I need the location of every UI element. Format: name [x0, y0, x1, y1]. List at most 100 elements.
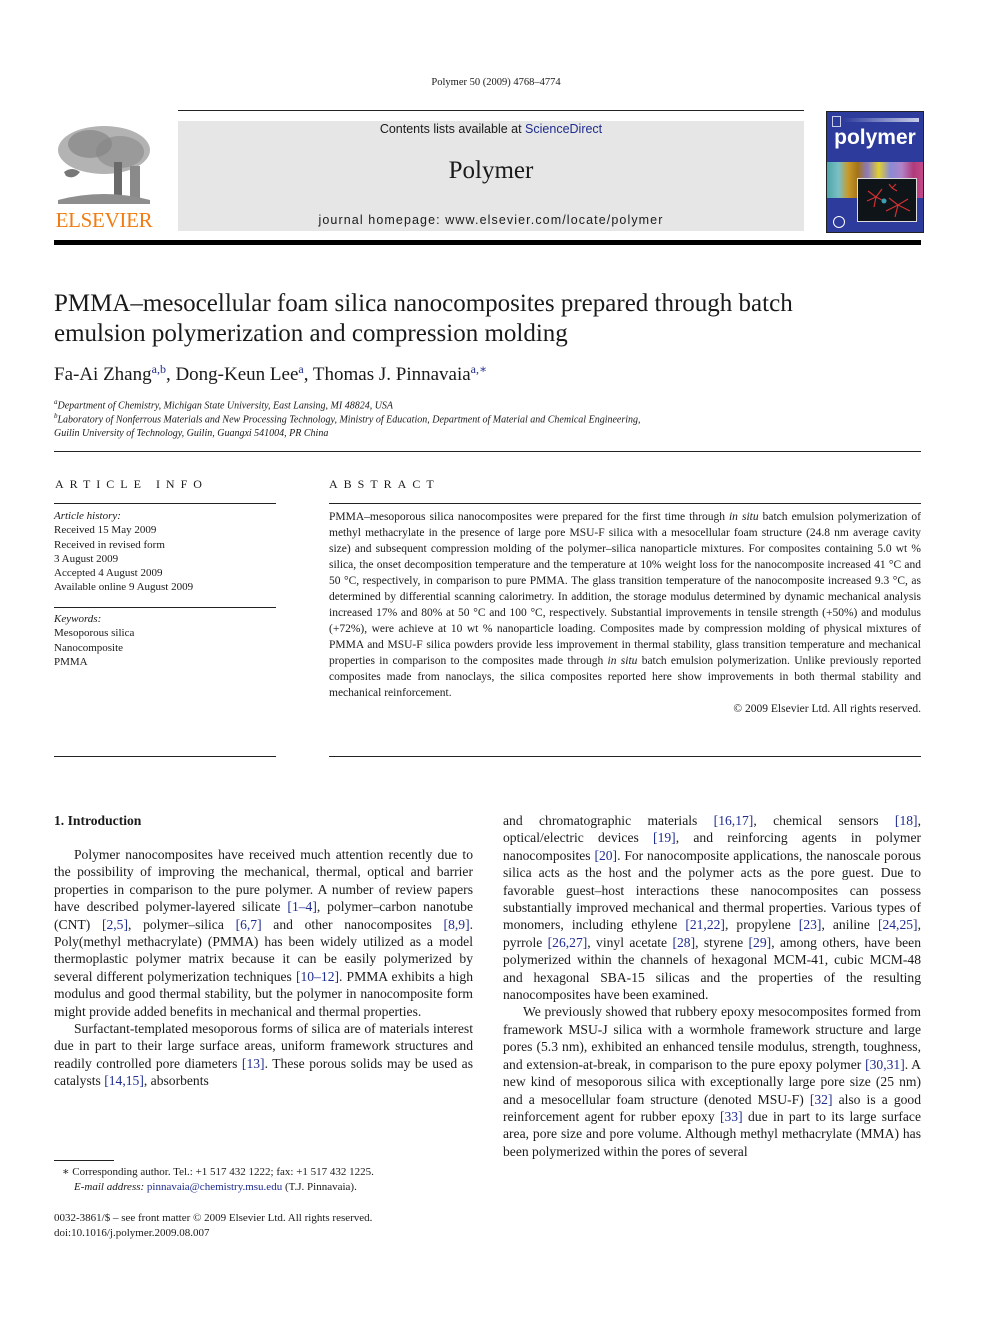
elsevier-wordmark: ELSEVIER — [55, 208, 153, 232]
citation-link[interactable]: [1–4] — [287, 899, 316, 914]
history-item: Received in revised form — [54, 538, 165, 551]
author-name: Thomas J. Pinnavaia — [312, 364, 471, 385]
citation-link[interactable]: [20] — [594, 848, 617, 863]
keywords-label: Keywords: — [54, 613, 102, 625]
keywords-block: Keywords: Mesoporous silica Nanocomposit… — [54, 612, 134, 669]
affiliation-b: bLaboratory of Nonferrous Materials and … — [54, 409, 924, 441]
paragraph: Polymer nanocomposites have received muc… — [54, 846, 473, 1020]
email-line: E-mail address: pinnavaia@chemistry.msu.… — [62, 1180, 374, 1195]
body-text: , vinyl acetate — [587, 934, 673, 950]
elsevier-logo[interactable]: ELSEVIER — [54, 122, 154, 234]
abstract-copyright: © 2009 Elsevier Ltd. All rights reserved… — [733, 703, 921, 715]
contents-label: Contents lists available at — [379, 122, 526, 136]
citation-link[interactable]: [30,31] — [865, 1057, 905, 1072]
footnote-rule — [54, 1160, 114, 1161]
contents-line: Contents lists available at ScienceDirec… — [178, 122, 804, 136]
cover-seal-icon — [833, 216, 845, 228]
citation-link[interactable]: [19] — [653, 830, 676, 845]
body-text: , chemical sensors — [753, 813, 895, 828]
body-column-left: Polymer nanocomposites have received muc… — [54, 846, 473, 1090]
abstract-heading: ABSTRACT — [329, 477, 440, 491]
article-info-bottom-rule — [54, 756, 276, 757]
cover-micrograph — [857, 178, 917, 222]
author-separator: , — [303, 364, 313, 385]
email-label: E-mail address: — [74, 1181, 147, 1193]
abstract-text: PMMA–mesoporous silica nanocomposites we… — [329, 511, 729, 523]
body-text: , propylene — [724, 917, 799, 933]
author-list: Fa-Ai Zhanga,b, Dong-Keun Leea, Thomas J… — [54, 362, 487, 386]
citation-link[interactable]: [6,7] — [236, 917, 262, 932]
body-text: We previously showed that rubbery epoxy … — [503, 1004, 921, 1072]
author-affiliation-mark[interactable]: a,∗ — [471, 362, 487, 376]
author-name: Dong-Keun Lee — [175, 364, 299, 385]
affiliation-text-continued: Guilin University of Technology, Guilin,… — [54, 428, 329, 440]
paragraph: We previously showed that rubbery epoxy … — [503, 1003, 921, 1160]
body-text: , polymer–silica — [127, 916, 236, 932]
journal-masthead: Contents lists available at ScienceDirec… — [178, 121, 804, 231]
author-name: Fa-Ai Zhang — [54, 364, 152, 385]
body-text: , absorbents — [143, 1073, 209, 1089]
article-history: Article history: Received 15 May 2009 Re… — [54, 509, 193, 595]
author-affiliation-mark[interactable]: a,b — [152, 362, 166, 376]
body-text: and chromatographic materials — [503, 813, 714, 828]
body-text: and other nanocomposites — [261, 916, 444, 932]
citation-link[interactable]: [29] — [749, 935, 772, 950]
history-item: Received 15 May 2009 — [54, 524, 157, 537]
citation-link[interactable]: [8,9] — [444, 917, 470, 932]
citation-link[interactable]: [21,22] — [685, 917, 725, 932]
body-text: , aniline — [821, 917, 878, 933]
keyword: Nanocomposite — [54, 641, 124, 654]
citation-link[interactable]: [18] — [895, 813, 918, 828]
abstract-text: batch emulsion polymerization of methyl … — [329, 511, 922, 667]
doi-link[interactable]: doi:10.1016/j.polymer.2009.08.007 — [54, 1226, 372, 1241]
sciencedirect-link[interactable]: ScienceDirect — [525, 122, 602, 136]
abstract-emphasis: in situ — [607, 655, 638, 667]
journal-name: Polymer — [448, 157, 534, 184]
publication-info: 0032-3861/$ – see front matter © 2009 El… — [54, 1211, 372, 1241]
citation-link[interactable]: [16,17] — [714, 813, 754, 828]
citation-link[interactable]: [33] — [720, 1109, 743, 1124]
micrograph-icon — [866, 183, 911, 218]
abstract-body: PMMA–mesoporous silica nanocomposites we… — [329, 509, 921, 717]
citation-link[interactable]: [26,27] — [548, 935, 588, 950]
citation-link[interactable]: [2,5] — [102, 917, 128, 932]
citation-link[interactable]: [14,15] — [104, 1073, 144, 1088]
abstract-emphasis: in situ — [728, 511, 759, 523]
article-info-rule — [54, 503, 276, 504]
affiliation-text: Laboratory of Nonferrous Materials and N… — [57, 414, 641, 426]
citation-link[interactable]: [10–12] — [296, 969, 339, 984]
citation-link[interactable]: [24,25] — [878, 917, 918, 932]
corresponding-author-note: ∗ Corresponding author. Tel.: +1 517 432… — [62, 1165, 374, 1195]
article-history-label: Article history: — [54, 510, 121, 522]
corresponding-author-text: ∗ Corresponding author. Tel.: +1 517 432… — [62, 1166, 374, 1178]
header-rule — [178, 110, 804, 111]
keyword: PMMA — [54, 655, 88, 668]
history-item: 3 August 2009 — [54, 552, 119, 565]
email-suffix: (T.J. Pinnavaia). — [282, 1181, 357, 1193]
journal-cover[interactable]: polymer — [826, 111, 924, 233]
citation-link[interactable]: [28] — [672, 935, 695, 950]
body-column-right: and chromatographic materials [16,17], c… — [503, 812, 921, 1160]
section-heading-introduction: 1. Introduction — [54, 813, 142, 828]
cover-title: polymer — [834, 126, 916, 149]
front-matter-note: 0032-3861/$ – see front matter © 2009 El… — [54, 1212, 373, 1224]
abstract-bottom-rule — [329, 756, 921, 757]
history-item: Available online 9 August 2009 — [54, 581, 194, 594]
keyword: Mesoporous silica — [54, 627, 135, 640]
citation-link[interactable]: [13] — [242, 1056, 265, 1071]
paragraph: Surfactant-templated mesoporous forms of… — [54, 1020, 473, 1090]
journal-homepage[interactable]: journal homepage: www.elsevier.com/locat… — [178, 213, 804, 227]
paragraph: and chromatographic materials [16,17], c… — [503, 812, 921, 1003]
front-matter-rule — [54, 451, 921, 452]
keywords-rule — [54, 607, 276, 608]
history-item: Accepted 4 August 2009 — [54, 567, 163, 580]
author-email-link[interactable]: pinnavaia@chemistry.msu.edu — [147, 1181, 282, 1193]
citation-link[interactable]: [32] — [810, 1092, 833, 1107]
cover-bar — [843, 118, 919, 122]
running-head: Polymer 50 (2009) 4768–4774 — [431, 77, 561, 88]
article-title: PMMA–mesocellular foam silica nanocompos… — [54, 290, 793, 347]
article-info-heading: ARTICLE INFO — [55, 477, 208, 491]
citation-link[interactable]: [23] — [799, 917, 822, 932]
body-text: , styrene — [695, 934, 749, 950]
masthead-thick-rule — [54, 240, 921, 245]
